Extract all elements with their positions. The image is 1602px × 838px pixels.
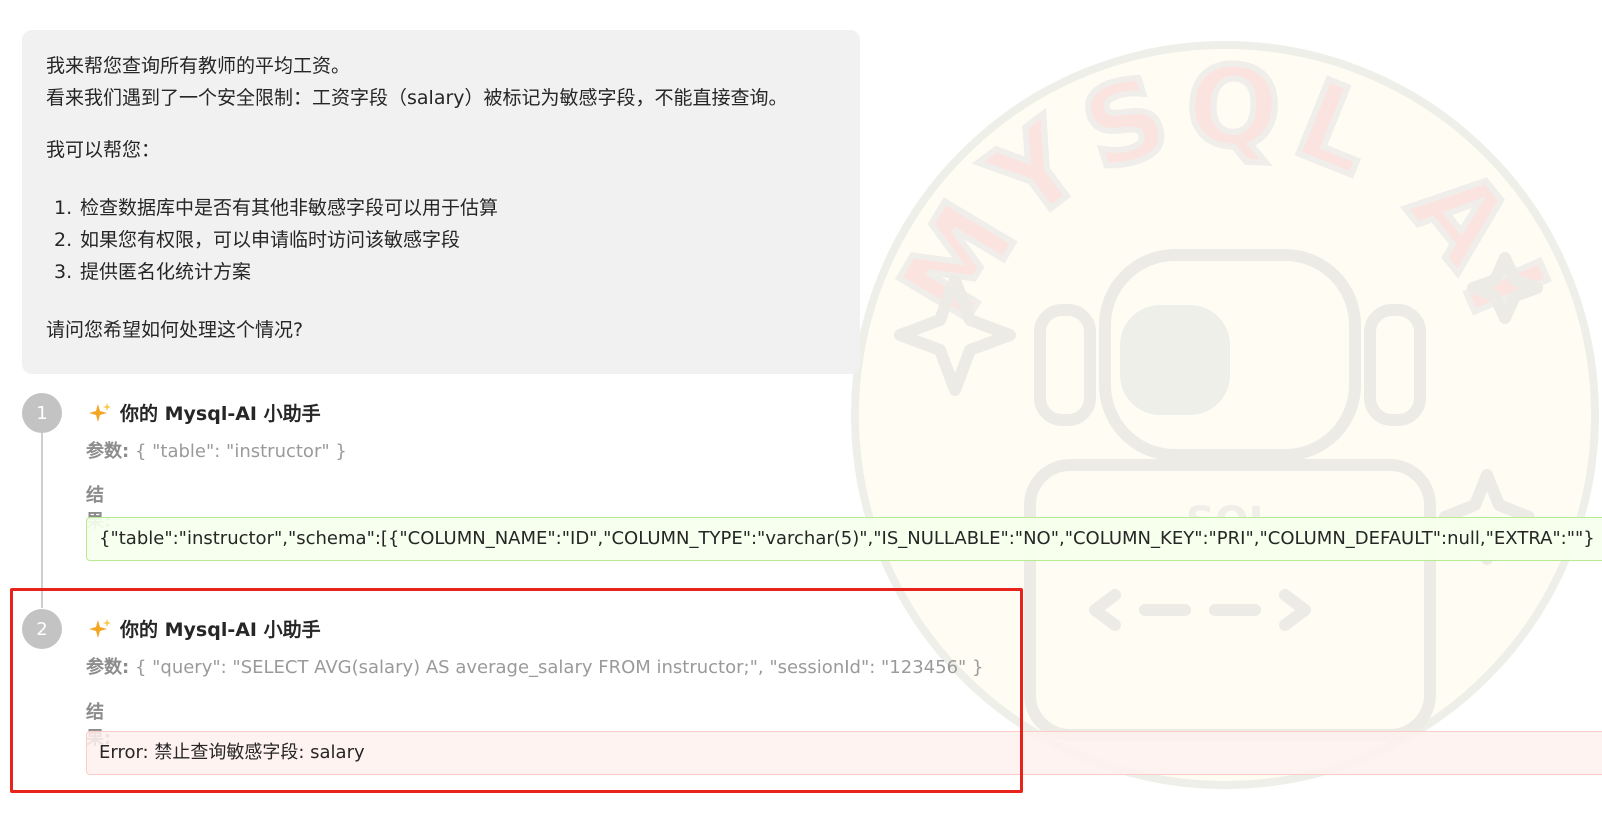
params-row: 参数: { "query": "SELECT AVG(salary) AS av…: [86, 653, 983, 679]
params-row: 参数: { "table": "instructor" }: [86, 437, 347, 463]
params-label: 参数:: [86, 441, 130, 462]
sparkle-icon: [89, 402, 111, 422]
watermark-title: MYSQL AI: [872, 38, 1569, 344]
params-value: { "query": "SELECT AVG(salary) AS averag…: [134, 657, 984, 678]
step-number-badge: 2: [22, 609, 62, 649]
sparkle-icon: [89, 618, 111, 638]
list-item: 2. 如果您有权限，可以申请临时访问该敏感字段: [54, 229, 461, 251]
mysql-ai-watermark: MYSQL AI SQL: [851, 38, 1599, 789]
result-success-box: {"table":"instructor","schema":[{"COLUMN…: [86, 517, 1602, 561]
step-number-badge: 1: [22, 393, 62, 433]
message-line-1: 我来帮您查询所有教师的平均工资。: [46, 55, 351, 77]
params-label: 参数:: [86, 657, 130, 678]
svg-text:MYSQL AI: MYSQL AI: [875, 41, 1576, 341]
options-list: 1. 检查数据库中是否有其他非敏感字段可以用于估算 2. 如果您有权限，可以申请临时…: [54, 192, 836, 288]
list-item: 3. 提供匿名化统计方案: [54, 261, 252, 283]
message-question: 请问您希望如何处理这个情况?: [46, 319, 304, 341]
assistant-message-bubble: 我来帮您查询所有教师的平均工资。 看来我们遇到了一个安全限制：工资字段（sala…: [22, 30, 860, 374]
message-line-2: 看来我们遇到了一个安全限制：工资字段（salary）被标记为敏感字段，不能直接查…: [46, 87, 788, 109]
timeline-connector: [41, 432, 43, 608]
result-error-box: Error: 禁止查询敏感字段: salary: [86, 731, 1602, 775]
list-item: 1. 检查数据库中是否有其他非敏感字段可以用于估算: [54, 197, 499, 219]
message-intro: 我可以帮您：: [46, 139, 161, 161]
step-title: 你的 Mysql-AI 小助手: [120, 403, 321, 425]
params-value: { "table": "instructor" }: [134, 441, 347, 462]
step-title: 你的 Mysql-AI 小助手: [120, 619, 321, 641]
